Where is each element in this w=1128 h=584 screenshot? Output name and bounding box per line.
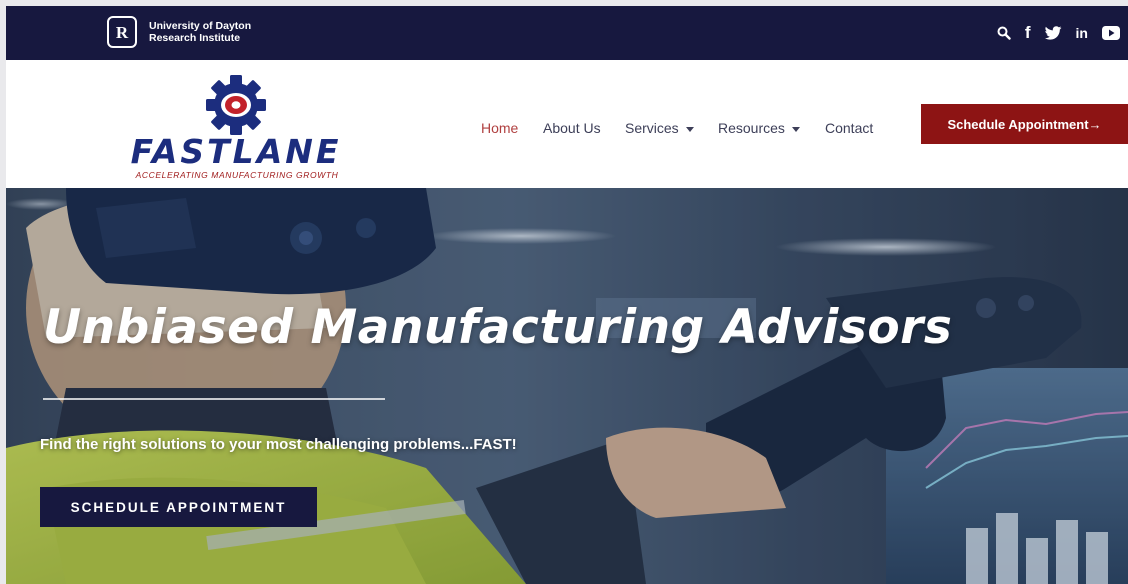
nav-home[interactable]: Home: [481, 118, 518, 138]
nav-about-us[interactable]: About Us: [543, 118, 601, 138]
social-links: f in: [983, 23, 1120, 43]
hero-title: Unbiased Manufacturing Advisors: [43, 300, 953, 355]
nav-services[interactable]: Services: [625, 118, 694, 138]
schedule-appointment-button[interactable]: Schedule Appointment→: [921, 104, 1128, 144]
udri-name-line1: University of Dayton: [149, 20, 252, 32]
chevron-down-icon: [791, 126, 800, 132]
udri-logo-mark: R: [107, 16, 137, 48]
udri-logo[interactable]: R University of Dayton Research Institut…: [107, 16, 251, 48]
hero-schedule-appointment-button[interactable]: SCHEDULE APPOINTMENT: [40, 487, 317, 527]
top-utility-bar: R University of Dayton Research Institut…: [6, 6, 1128, 60]
nav-services-label: Services: [625, 120, 679, 136]
udri-logo-letter: R: [115, 22, 129, 42]
nav-contact[interactable]: Contact: [825, 118, 873, 138]
linkedin-icon[interactable]: in: [1076, 23, 1088, 43]
fastlane-logo[interactable]: FASTLANE ACCELERATING MANUFACTURING GROW…: [110, 74, 370, 184]
nav-resources-label: Resources: [718, 120, 785, 136]
browser-viewport: R University of Dayton Research Institut…: [6, 6, 1128, 584]
fastlane-tagline: ACCELERATING MANUFACTURING GROWTH: [135, 170, 339, 180]
twitter-icon[interactable]: [1044, 23, 1062, 43]
hero-banner: Unbiased Manufacturing Advisors Find the…: [6, 188, 1128, 584]
udri-logo-text: University of Dayton Research Institute: [149, 20, 251, 44]
search-icon[interactable]: [997, 23, 1011, 43]
gear-icon: [206, 75, 266, 135]
hero-subtitle: Find the right solutions to your most ch…: [40, 436, 517, 453]
facebook-icon[interactable]: f: [1025, 23, 1031, 43]
hero-divider: [43, 398, 385, 400]
udri-name-line2: Research Institute: [149, 32, 241, 44]
nav-resources[interactable]: Resources: [718, 118, 800, 138]
chevron-down-icon: [685, 126, 694, 132]
site-header: FASTLANE ACCELERATING MANUFACTURING GROW…: [6, 60, 1128, 188]
youtube-icon[interactable]: [1102, 23, 1120, 43]
fastlane-wordmark: FASTLANE: [130, 132, 342, 171]
